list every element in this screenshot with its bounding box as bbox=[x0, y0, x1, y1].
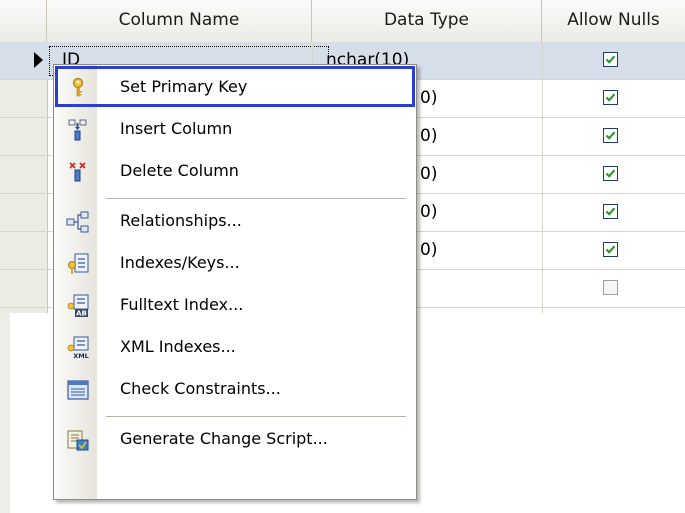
checkmark-icon bbox=[605, 55, 616, 64]
allow-nulls-checkbox[interactable] bbox=[603, 166, 618, 181]
allow-nulls-checkbox[interactable] bbox=[603, 90, 618, 105]
insert-column-icon bbox=[66, 117, 90, 141]
checkmark-icon bbox=[605, 169, 616, 178]
relationships-icon bbox=[66, 209, 90, 233]
menu-item-generate-change-script[interactable]: Generate Change Script... bbox=[54, 419, 414, 459]
menu-item-indexes-keys[interactable]: Indexes/Keys... bbox=[54, 243, 414, 283]
menu-item-fulltext-index[interactable]: AB Fulltext Index... bbox=[54, 285, 414, 325]
menu-item-label: Check Constraints... bbox=[120, 379, 281, 398]
checkmark-icon bbox=[605, 93, 616, 102]
menu-item-check-constraints[interactable]: Check Constraints... bbox=[54, 369, 414, 409]
menu-item-label: Insert Column bbox=[120, 119, 233, 138]
checkmark-icon bbox=[605, 131, 616, 140]
indexes-keys-icon bbox=[66, 251, 90, 275]
column-header-name[interactable]: Column Name bbox=[47, 0, 312, 42]
current-row-arrow-icon bbox=[34, 52, 43, 68]
checkmark-icon bbox=[605, 245, 616, 254]
checkmark-icon bbox=[605, 207, 616, 216]
cell-data-type[interactable]: 0) bbox=[420, 118, 437, 156]
menu-item-label: Fulltext Index... bbox=[120, 295, 244, 314]
menu-item-relationships[interactable]: Relationships... bbox=[54, 201, 414, 241]
row-selector-header bbox=[10, 0, 47, 42]
menu-item-label: Delete Column bbox=[120, 161, 239, 180]
menu-separator bbox=[106, 416, 406, 417]
menu-item-label: XML Indexes... bbox=[120, 337, 236, 356]
row-selector[interactable] bbox=[0, 42, 47, 80]
cell-data-type[interactable]: 0) bbox=[420, 156, 437, 194]
column-header-allownulls[interactable]: Allow Nulls bbox=[542, 0, 685, 42]
context-menu: Set Primary Key Insert Column Delete Col… bbox=[53, 64, 417, 500]
column-header-datatype[interactable]: Data Type bbox=[312, 0, 542, 42]
allow-nulls-checkbox[interactable] bbox=[603, 52, 618, 67]
allow-nulls-checkbox[interactable] bbox=[603, 204, 618, 219]
check-constraints-icon bbox=[66, 377, 90, 401]
menu-item-insert-column[interactable]: Insert Column bbox=[54, 109, 414, 149]
grid-header: Column Name Data Type Allow Nulls bbox=[0, 0, 685, 43]
menu-item-label: Generate Change Script... bbox=[120, 429, 328, 448]
cell-data-type[interactable]: 0) bbox=[420, 232, 437, 270]
delete-column-icon bbox=[66, 159, 90, 183]
divider bbox=[542, 42, 543, 313]
menu-item-xml-indexes[interactable]: XML XML Indexes... bbox=[54, 327, 414, 367]
menu-item-delete-column[interactable]: Delete Column bbox=[54, 151, 414, 191]
allow-nulls-checkbox[interactable] bbox=[603, 128, 618, 143]
allow-nulls-checkbox[interactable] bbox=[603, 280, 618, 295]
svg-text:AB: AB bbox=[76, 310, 87, 318]
menu-separator bbox=[106, 198, 406, 199]
highlight-frame bbox=[55, 66, 415, 107]
menu-item-label: Relationships... bbox=[120, 211, 242, 230]
allow-nulls-checkbox[interactable] bbox=[603, 242, 618, 257]
menu-item-label: Indexes/Keys... bbox=[120, 253, 240, 272]
svg-text:XML: XML bbox=[73, 352, 89, 360]
fulltext-index-icon: AB bbox=[66, 293, 90, 318]
cell-data-type[interactable]: 0) bbox=[420, 80, 437, 118]
xml-indexes-icon: XML bbox=[66, 335, 90, 360]
cell-data-type[interactable]: 0) bbox=[420, 194, 437, 232]
change-script-icon bbox=[66, 427, 90, 451]
